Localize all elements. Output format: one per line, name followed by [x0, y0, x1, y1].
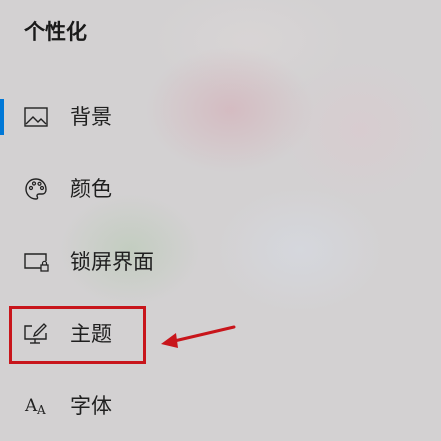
nav-item-background[interactable]: 背景	[0, 97, 300, 137]
nav-item-label: 颜色	[70, 177, 112, 201]
nav-item-label: 背景	[70, 105, 112, 129]
picture-icon	[22, 103, 50, 131]
nav-item-colors[interactable]: 颜色	[0, 169, 300, 209]
svg-text:A: A	[24, 396, 38, 416]
lock-screen-icon	[22, 248, 50, 276]
personalization-panel: 个性化 背景 颜色 锁屏界面 主题 A A 字体	[0, 0, 441, 441]
nav-item-lock-screen[interactable]: 锁屏界面	[0, 242, 300, 282]
nav-item-label: 锁屏界面	[70, 250, 154, 274]
palette-icon	[22, 175, 50, 203]
svg-text:A: A	[36, 403, 46, 417]
nav-item-label: 字体	[70, 394, 112, 418]
highlight-box	[9, 306, 146, 364]
font-icon: A A	[22, 392, 50, 420]
arrow-annotation	[161, 325, 236, 348]
page-title: 个性化	[24, 20, 87, 44]
nav-item-fonts[interactable]: A A 字体	[0, 386, 300, 426]
